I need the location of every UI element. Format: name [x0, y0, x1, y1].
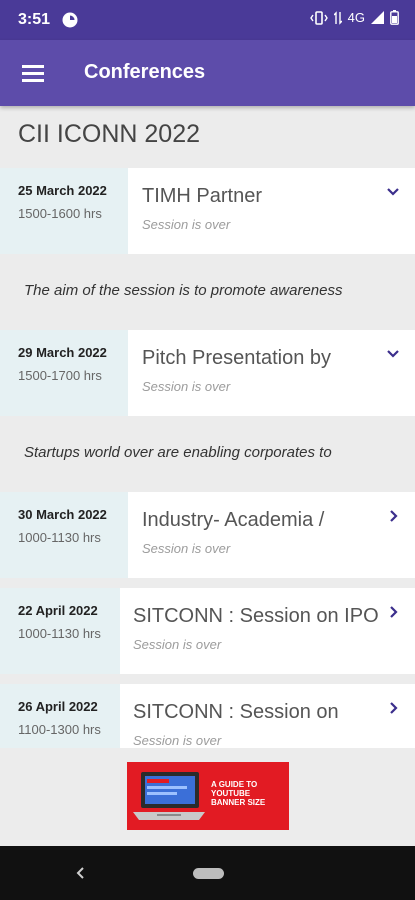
app-notification-icon — [62, 12, 78, 28]
session-date-panel: 22 April 2022 1000-1130 hrs — [0, 588, 120, 674]
hamburger-menu-icon[interactable] — [16, 59, 50, 89]
data-transfer-icon — [333, 10, 342, 25]
session-time: 1500-1700 hrs — [18, 368, 102, 383]
vibrate-icon — [309, 10, 328, 25]
back-icon[interactable] — [74, 863, 86, 883]
session-date-panel: 26 April 2022 1100-1300 hrs — [0, 684, 120, 748]
page-title: CII ICONN 2022 — [18, 120, 201, 148]
session-card[interactable]: 22 April 2022 1000-1130 hrs SITCONN : Se… — [0, 588, 415, 674]
session-time: 1000-1130 hrs — [18, 626, 101, 641]
session-title: Industry- Academia / — [142, 509, 325, 531]
app-bar: Conferences — [0, 40, 415, 106]
system-nav-bar — [0, 846, 415, 900]
session-date: 26 April 2022 — [18, 699, 98, 714]
app-bar-title: Conferences — [84, 61, 206, 83]
chevron-right-icon[interactable] — [385, 604, 401, 620]
session-title: TIMH Partner — [142, 185, 263, 207]
session-status: Session is over — [133, 637, 222, 652]
session-status: Session is over — [142, 541, 231, 556]
chevron-down-icon[interactable] — [385, 346, 401, 362]
session-time: 1000-1130 hrs — [18, 530, 101, 545]
session-card[interactable]: 26 April 2022 1100-1300 hrs SITCONN : Se… — [0, 684, 415, 748]
chevron-right-icon[interactable] — [385, 508, 401, 524]
chevron-down-icon[interactable] — [385, 184, 401, 200]
signal-icon — [371, 11, 384, 24]
ad-text: A GUIDE TO YOUTUBE BANNER SIZE — [211, 780, 266, 807]
network-type-label: 4G — [347, 10, 365, 25]
session-title: Pitch Presentation by — [142, 347, 331, 369]
home-pill-icon[interactable] — [193, 868, 224, 879]
status-icons: 4G — [309, 10, 399, 25]
status-time: 3:51 — [18, 11, 51, 28]
session-time: 1100-1300 hrs — [18, 722, 101, 737]
battery-icon — [390, 10, 399, 25]
chevron-right-icon[interactable] — [385, 700, 401, 716]
session-description: Startups world over are enabling corpora… — [0, 416, 415, 492]
session-card[interactable]: 29 March 2022 1500-1700 hrs Pitch Presen… — [0, 330, 415, 416]
session-card[interactable]: 30 March 2022 1000-1130 hrs Industry- Ac… — [0, 492, 415, 578]
session-date: 30 March 2022 — [18, 507, 107, 522]
session-description-text: Startups world over are enabling corpora… — [24, 444, 332, 461]
session-description-text: The aim of the session is to promote awa… — [24, 282, 343, 299]
laptop-illustration — [133, 772, 205, 820]
session-title: SITCONN : Session on — [133, 701, 339, 723]
session-title: SITCONN : Session on IPO — [133, 605, 379, 627]
session-date-panel: 29 March 2022 1500-1700 hrs — [0, 330, 128, 416]
session-status: Session is over — [133, 733, 222, 748]
session-date: 25 March 2022 — [18, 183, 107, 198]
ad-banner[interactable]: A GUIDE TO YOUTUBE BANNER SIZE — [127, 762, 289, 830]
status-bar: 3:51 4G — [0, 0, 415, 40]
session-date-panel: 30 March 2022 1000-1130 hrs — [0, 492, 128, 578]
session-date-panel: 25 March 2022 1500-1600 hrs — [0, 168, 128, 254]
session-status: Session is over — [142, 217, 231, 232]
session-date: 29 March 2022 — [18, 345, 107, 360]
session-status: Session is over — [142, 379, 231, 394]
session-date: 22 April 2022 — [18, 603, 98, 618]
session-time: 1500-1600 hrs — [18, 206, 102, 221]
session-card[interactable]: 25 March 2022 1500-1600 hrs TIMH Partner… — [0, 168, 415, 254]
session-description: The aim of the session is to promote awa… — [0, 254, 415, 330]
